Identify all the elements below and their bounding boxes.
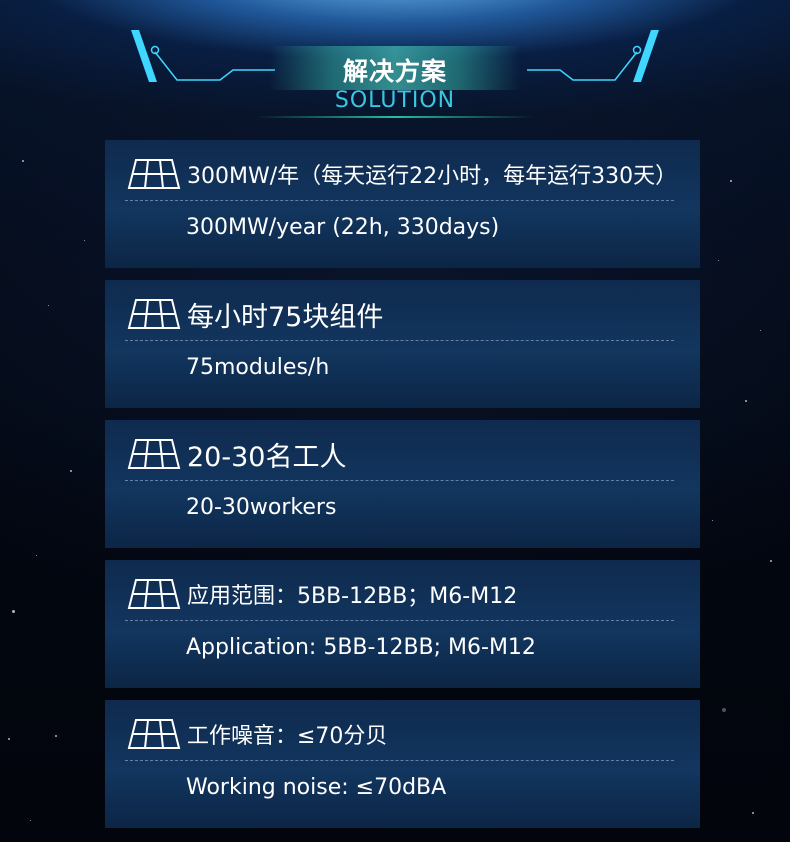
card-text-en: 75modules/h xyxy=(186,355,330,380)
dashed-divider xyxy=(125,340,674,341)
star xyxy=(745,400,747,402)
section-subtitle: SOLUTION xyxy=(334,88,456,113)
star xyxy=(712,520,713,521)
card-title-cn: 20-30名工人 xyxy=(187,441,347,473)
card-header: 每小时75块组件 xyxy=(127,296,384,333)
title-underline xyxy=(255,116,535,118)
solar-panel-icon xyxy=(127,159,181,189)
card-title-cn: 每小时75块组件 xyxy=(187,301,384,333)
star xyxy=(718,260,719,261)
dashed-divider xyxy=(125,200,674,201)
spec-card-application: 应用范围：5BB-12BB；M6-M12 Application: 5BB-12… xyxy=(105,560,700,688)
star xyxy=(84,240,85,241)
spec-card-workers: 20-30名工人 20-30workers xyxy=(105,420,700,548)
section-title: 解决方案 xyxy=(342,57,447,86)
star xyxy=(760,330,761,331)
solar-panel-icon xyxy=(127,719,181,749)
star xyxy=(70,470,72,472)
dashed-divider xyxy=(125,760,674,761)
star xyxy=(8,738,10,740)
card-header: 300MW/年（每天运行22小时，每年运行330天） xyxy=(127,156,677,192)
card-header: 20-30名工人 xyxy=(127,436,347,473)
dashed-divider xyxy=(125,620,674,621)
card-title-cn: 300MW/年（每天运行22小时，每年运行330天） xyxy=(187,164,678,189)
section-header: 解决方案 SOLUTION xyxy=(0,0,790,130)
card-title-cn: 应用范围：5BB-12BB；M6-M12 xyxy=(187,584,518,609)
star xyxy=(36,555,37,556)
card-text-en: 20-30workers xyxy=(186,495,337,520)
spec-card-noise: 工作噪音：≤70分贝 Working noise: ≤70dBA xyxy=(105,700,700,828)
star xyxy=(22,160,24,162)
star xyxy=(30,820,31,821)
star xyxy=(48,305,49,306)
solar-panel-icon xyxy=(127,439,181,469)
star xyxy=(770,560,772,562)
star xyxy=(722,708,726,712)
card-text-en: Working noise: ≤70dBA xyxy=(186,775,447,800)
card-title-cn: 工作噪音：≤70分贝 xyxy=(187,724,388,749)
card-header: 工作噪音：≤70分贝 xyxy=(127,716,387,752)
spec-card-capacity: 300MW/年（每天运行22小时，每年运行330天） 300MW/year (2… xyxy=(105,140,700,268)
spec-card-throughput: 每小时75块组件 75modules/h xyxy=(105,280,700,408)
star xyxy=(55,735,57,737)
card-header: 应用范围：5BB-12BB；M6-M12 xyxy=(127,576,517,612)
dashed-divider xyxy=(125,480,674,481)
card-text-en: Application: 5BB-12BB; M6-M12 xyxy=(186,635,536,660)
solar-panel-icon xyxy=(127,299,181,329)
card-text-en: 300MW/year (22h, 330days) xyxy=(186,215,500,240)
star xyxy=(752,812,754,814)
solar-panel-icon xyxy=(127,579,181,609)
star xyxy=(730,180,732,182)
star xyxy=(12,610,15,613)
